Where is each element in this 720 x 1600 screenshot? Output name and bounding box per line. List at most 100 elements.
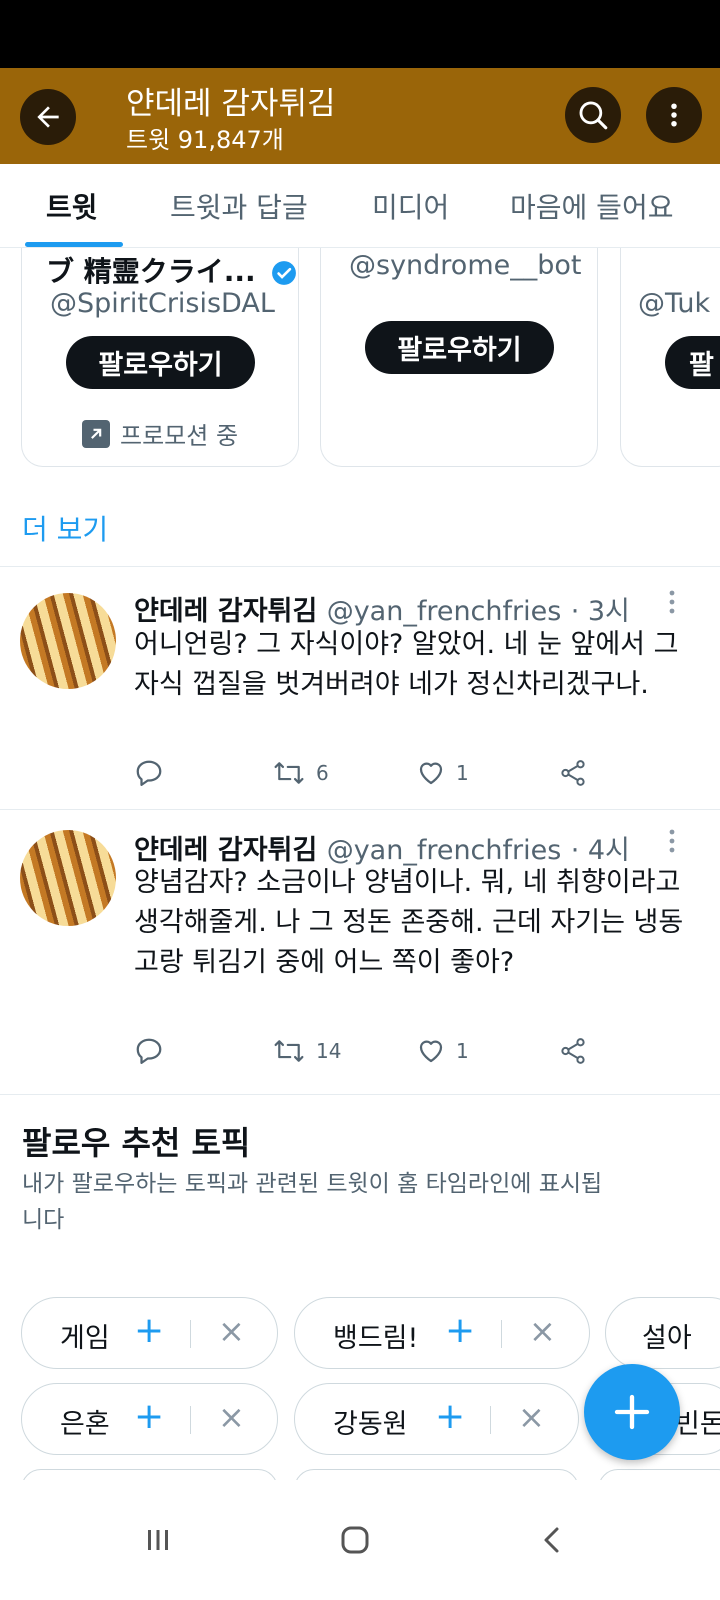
card-handle: @SpiritCrisisDAL (50, 288, 275, 319)
tab-likes[interactable]: 마음에 들어요 (510, 186, 673, 226)
topics-title: 팔로우 추천 토픽 (22, 1124, 251, 1162)
author-handle: @yan_frenchfries (326, 596, 562, 627)
topic-chip[interactable]: 뱅드림! + × (294, 1297, 590, 1369)
close-icon[interactable]: × (218, 1398, 245, 1436)
tweet[interactable]: 얀데레 감자튀김 @yan_frenchfries · 3시 어니언링? 그 자… (0, 567, 720, 809)
card-name-text: ブ 精霊クライ... (46, 255, 256, 288)
share-icon (561, 1038, 585, 1064)
profile-name: 얀데레 감자튀김 (126, 86, 336, 122)
compose-tweet-button[interactable] (584, 1364, 680, 1460)
search-button[interactable] (565, 87, 621, 143)
reply-icon (136, 1038, 162, 1064)
follow-button[interactable]: 팔로우하기 (365, 321, 554, 374)
topic-chip-label: 빈돈 (675, 1409, 720, 1440)
like-button[interactable]: 1 (416, 758, 469, 788)
topic-chip-label: 설아 (642, 1323, 692, 1354)
suggestion-card[interactable]: @Tuk 팔 (620, 248, 720, 467)
home-button[interactable] (325, 1510, 385, 1570)
retweet-button[interactable]: 6 (272, 758, 329, 788)
more-vertical-icon (671, 103, 677, 127)
back-button[interactable] (20, 89, 76, 145)
suggestion-card[interactable]: @syndrome__bot 팔로우하기 (320, 248, 598, 467)
like-count: 1 (456, 761, 469, 785)
author-name: 얀데레 감자튀김 (134, 596, 318, 627)
retweet-count: 6 (316, 761, 329, 785)
close-icon[interactable]: × (529, 1312, 556, 1350)
recents-button[interactable] (128, 1510, 188, 1570)
retweet-icon (274, 1040, 304, 1062)
plus-icon[interactable]: + (134, 1310, 164, 1351)
like-icon (419, 762, 443, 785)
topic-chip-label: 게임 (60, 1323, 110, 1354)
back-arrow-icon (37, 106, 59, 128)
author-name: 얀데레 감자튀김 (134, 835, 318, 866)
tweet-header: 얀데레 감자튀김 @yan_frenchfries · 4시 (134, 828, 630, 867)
promoted-text: 프로모션 중 (120, 422, 239, 450)
profile-header: 얀데레 감자튀김 트윗 91,847개 (0, 68, 720, 164)
suggestion-card[interactable]: ブ 精霊クライ... @SpiritCrisisDAL 팔로우하기 프로모션 중 (21, 248, 299, 467)
topics-description: 내가 팔로우하는 토픽과 관련된 트윗이 홈 타임라인에 표시됩니다 (22, 1171, 603, 1233)
retweet-button[interactable]: 14 (272, 1036, 341, 1066)
tweet-text: 어니언링? 그 자식이야? 알았어. 네 눈 앞에서 그 자식 껍질을 벗겨버려… (134, 629, 679, 700)
tweet-more-button[interactable] (668, 589, 676, 621)
promoted-arrow-icon (82, 419, 110, 448)
tweet-time: · 4시 (570, 835, 630, 866)
chip-separator (190, 1320, 191, 1348)
profile-tabs: 트윗 트윗과 답글 미디어 마음에 들어요 (0, 164, 720, 248)
reply-button[interactable] (134, 1036, 164, 1066)
author-handle: @yan_frenchfries (326, 835, 562, 866)
tweet-text: 양념감자? 소금이나 양념이나. 뭐, 네 취향이라고 생각해줄게. 나 그 정… (134, 867, 684, 978)
share-button[interactable] (558, 758, 588, 788)
topic-chip-label: 은혼 (60, 1409, 110, 1440)
like-button[interactable]: 1 (416, 1036, 469, 1066)
chip-separator (501, 1320, 502, 1348)
tweet-actions: 6 1 (134, 758, 604, 792)
topic-chip[interactable]: 강동원 + × (294, 1383, 579, 1455)
recents-icon (148, 1530, 168, 1550)
like-icon (419, 1040, 443, 1063)
follow-button[interactable]: 팔 (665, 336, 720, 389)
see-more-link[interactable]: 더 보기 (22, 508, 108, 548)
reply-button[interactable] (134, 758, 164, 788)
plus-icon[interactable]: + (445, 1310, 475, 1351)
more-vertical-icon (669, 590, 675, 614)
retweet-count: 14 (316, 1039, 342, 1063)
verified-badge-icon (272, 261, 297, 285)
share-icon (561, 760, 585, 786)
close-icon[interactable]: × (218, 1312, 245, 1350)
avatar[interactable] (20, 830, 116, 926)
close-icon[interactable]: × (518, 1398, 545, 1436)
card-handle: @syndrome__bot (349, 250, 582, 281)
tab-tweets[interactable]: 트윗 (46, 186, 98, 226)
tweet-header: 얀데레 감자튀김 @yan_frenchfries · 3시 (134, 589, 630, 628)
avatar[interactable] (20, 593, 116, 689)
retweet-icon (274, 762, 304, 784)
reply-icon (136, 760, 162, 786)
card-name: ブ 精霊クライ... (46, 250, 297, 290)
nav-back-button[interactable] (522, 1510, 582, 1570)
tab-media[interactable]: 미디어 (372, 186, 449, 226)
plus-icon (614, 1394, 650, 1430)
tweet-time: · 3시 (570, 596, 630, 627)
topic-chip[interactable]: 설아 (605, 1297, 720, 1369)
more-vertical-icon (669, 829, 675, 853)
promoted-label: 프로모션 중 (82, 416, 238, 451)
status-bar (0, 0, 720, 68)
plus-icon[interactable]: + (435, 1396, 465, 1437)
chip-separator (490, 1406, 491, 1434)
follow-button[interactable]: 팔로우하기 (66, 336, 255, 389)
topic-chip[interactable]: 게임 + × (21, 1297, 278, 1369)
card-handle: @Tuk (638, 288, 711, 319)
divider (0, 1094, 720, 1095)
active-tab-indicator (25, 242, 123, 247)
plus-icon[interactable]: + (134, 1396, 164, 1437)
tab-tweets-replies[interactable]: 트윗과 답글 (170, 186, 308, 226)
tweet-actions: 14 1 (134, 1036, 604, 1070)
home-icon (341, 1526, 369, 1554)
tweet[interactable]: 얀데레 감자튀김 @yan_frenchfries · 4시 양념감자? 소금이… (0, 810, 720, 1094)
topic-chip[interactable]: 은혼 + × (21, 1383, 278, 1455)
like-count: 1 (456, 1039, 469, 1063)
share-button[interactable] (558, 1036, 588, 1066)
tweet-more-button[interactable] (668, 828, 676, 860)
more-options-button[interactable] (646, 87, 702, 143)
